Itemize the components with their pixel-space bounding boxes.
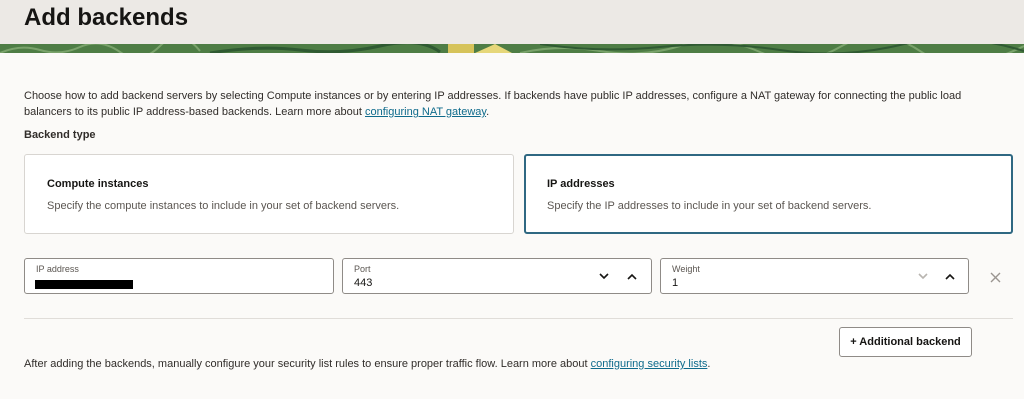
weight-label: Weight bbox=[672, 264, 700, 274]
option-title: Compute instances bbox=[47, 178, 149, 190]
weight-value: 1 bbox=[672, 277, 679, 289]
close-icon[interactable] bbox=[986, 268, 1004, 286]
intro-suffix: . bbox=[486, 106, 490, 118]
option-description: Specify the IP addresses to include in y… bbox=[547, 200, 872, 212]
redacted-ip-value bbox=[35, 280, 133, 289]
security-list-note: After adding the backends, manually conf… bbox=[24, 358, 710, 370]
port-field[interactable]: Port 443 bbox=[342, 258, 652, 294]
compute-instances-option[interactable]: Compute instances Specify the compute in… bbox=[24, 154, 514, 234]
configuring-nat-gateway-link[interactable]: configuring NAT gateway bbox=[365, 106, 486, 118]
divider bbox=[24, 318, 1013, 319]
footer-suffix: . bbox=[707, 358, 711, 370]
option-title: IP addresses bbox=[547, 178, 615, 190]
ip-address-label: IP address bbox=[36, 264, 79, 274]
intro-text: Choose how to add backend servers by sel… bbox=[24, 88, 992, 120]
option-description: Specify the compute instances to include… bbox=[47, 200, 400, 212]
ip-address-field[interactable]: IP address bbox=[24, 258, 334, 294]
intro-description: Choose how to add backend servers by sel… bbox=[24, 90, 962, 118]
additional-backend-button[interactable]: + Additional backend bbox=[839, 327, 972, 357]
page-title: Add backends bbox=[24, 4, 189, 31]
weight-field[interactable]: Weight 1 bbox=[660, 258, 969, 294]
chevron-down-icon[interactable] bbox=[915, 268, 931, 284]
page-header: Add backends bbox=[0, 0, 1024, 53]
ip-addresses-option[interactable]: IP addresses Specify the IP addresses to… bbox=[524, 154, 1013, 234]
configuring-security-lists-link[interactable]: configuring security lists bbox=[591, 358, 708, 370]
header-decorative-band bbox=[0, 44, 1024, 53]
chevron-up-icon[interactable] bbox=[624, 268, 640, 284]
footer-description: After adding the backends, manually conf… bbox=[24, 358, 591, 370]
port-label: Port bbox=[354, 264, 371, 274]
backend-type-label: Backend type bbox=[24, 129, 96, 141]
chevron-up-icon[interactable] bbox=[942, 268, 958, 284]
chevron-down-icon[interactable] bbox=[596, 268, 612, 284]
port-value: 443 bbox=[354, 277, 373, 289]
